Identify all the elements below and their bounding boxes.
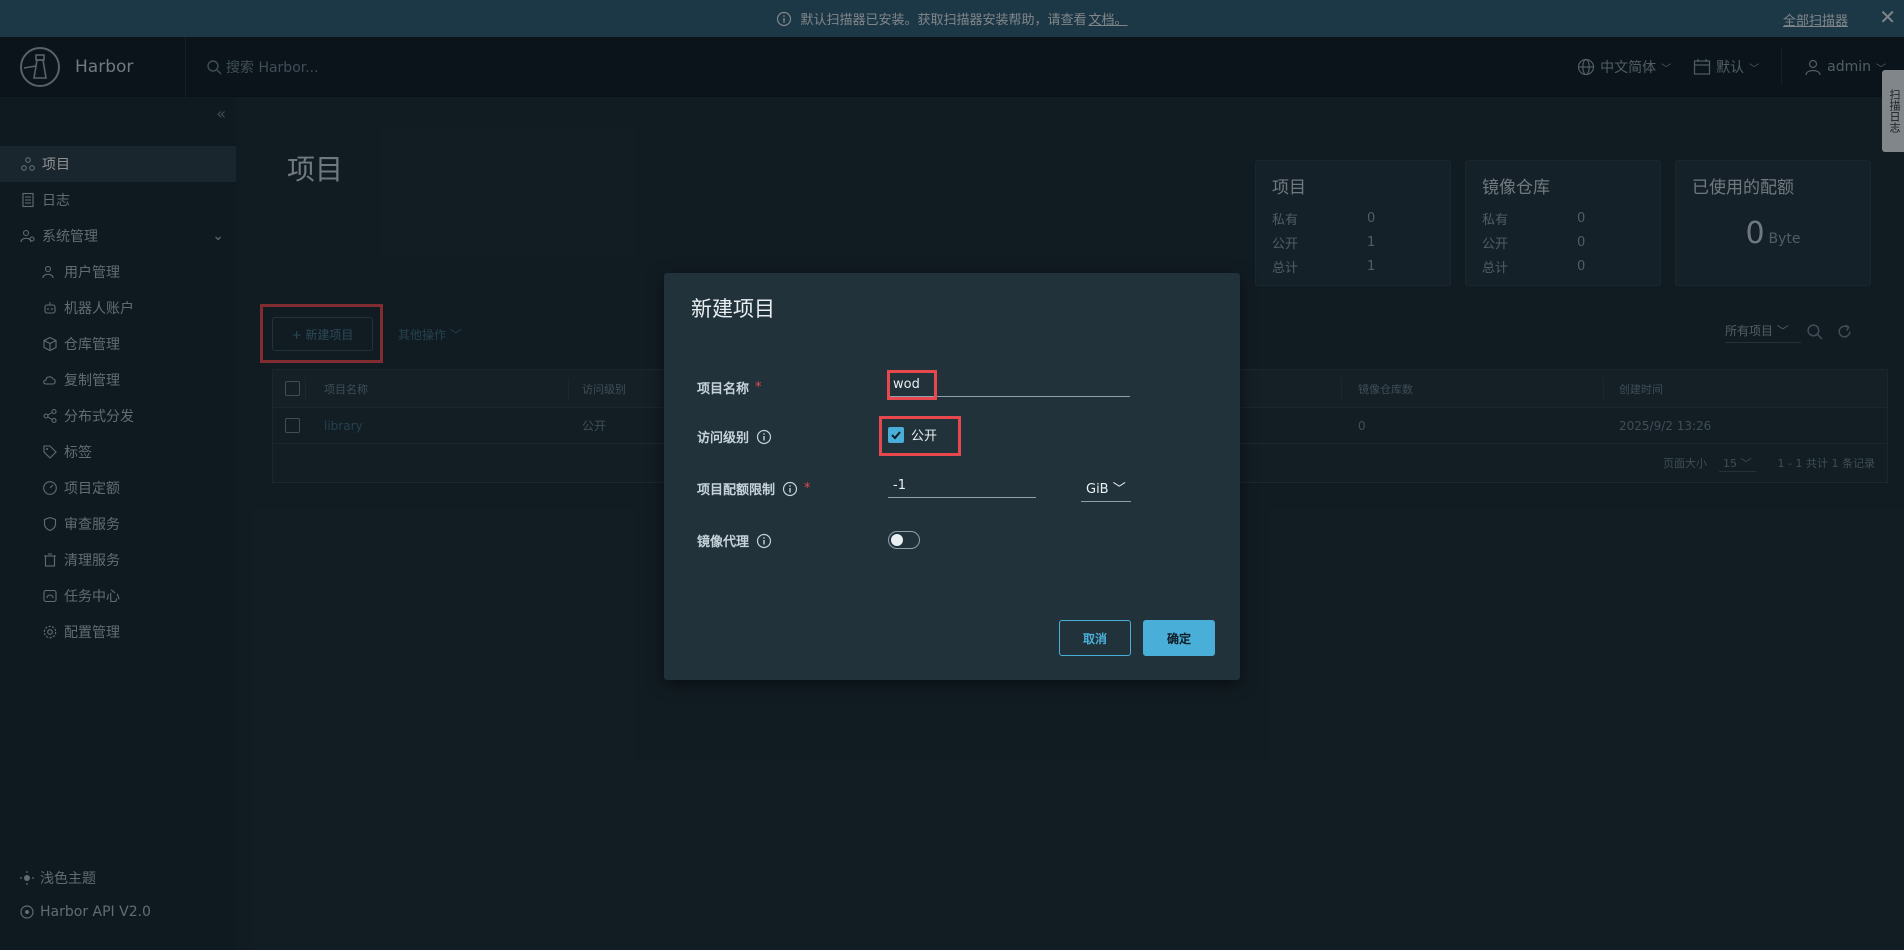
cancel-button[interactable]: 取消 — [1059, 620, 1131, 656]
ok-button[interactable]: 确定 — [1143, 620, 1215, 656]
access-level-field-label: 访问级别 — [697, 427, 772, 446]
quota-field-label: 项目配额限制 * — [697, 479, 811, 498]
info-icon[interactable] — [782, 481, 798, 497]
field-label-text: 镜像代理 — [697, 535, 750, 550]
info-icon[interactable] — [756, 533, 772, 549]
project-name-input[interactable]: wod — [888, 373, 1130, 397]
dialog-title: 新建项目 — [691, 297, 775, 321]
public-checkbox-label: 公开 — [911, 429, 938, 444]
new-project-dialog: 新建项目 项目名称 * wod 访问级别 公开 项目配额限制 * -1 GiB ﹀… — [664, 273, 1240, 680]
public-checkbox-group[interactable]: 公开 — [888, 425, 937, 444]
quota-unit-value: GiB — [1086, 482, 1109, 497]
field-label-text: 项目名称 — [697, 382, 750, 397]
field-label-text: 访问级别 — [697, 431, 750, 446]
info-icon[interactable] — [756, 429, 772, 445]
required-marker: * — [804, 481, 811, 496]
checkmark-icon — [891, 430, 901, 439]
proxy-cache-field-label: 镜像代理 — [697, 531, 772, 550]
field-label-text: 项目配额限制 — [697, 483, 776, 498]
toggle-knob — [891, 534, 903, 546]
required-marker: * — [755, 380, 762, 395]
quota-unit-select[interactable]: GiB ﹀ — [1081, 474, 1131, 502]
quota-limit-input[interactable]: -1 — [888, 474, 1036, 498]
public-checkbox[interactable] — [888, 426, 904, 443]
proxy-cache-toggle[interactable] — [888, 531, 920, 549]
project-name-field-label: 项目名称 * — [697, 378, 762, 397]
